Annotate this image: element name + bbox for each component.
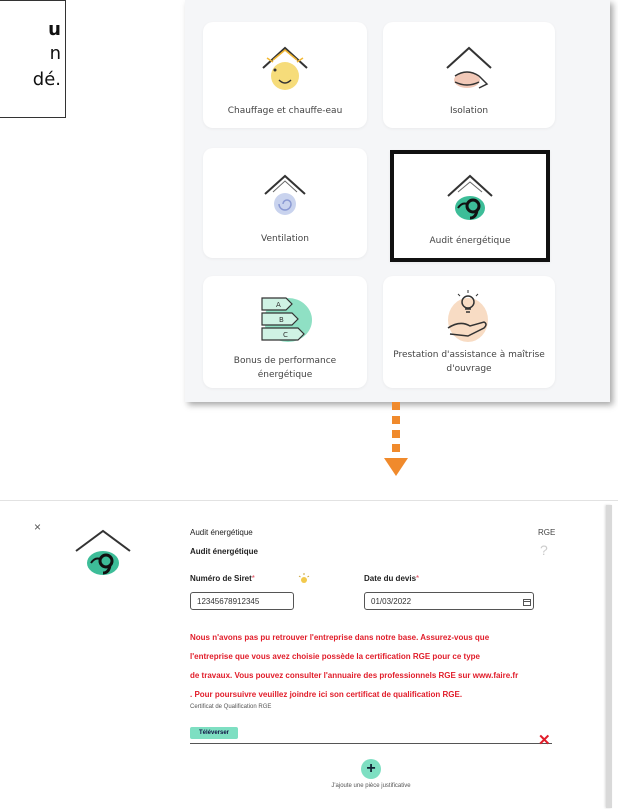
form-title: Audit énergétique	[190, 528, 253, 537]
cropped-text-line-3: dé.	[32, 69, 61, 90]
certificate-label: Certificat de Qualification RGE	[190, 704, 272, 710]
category-card-energy-bonus[interactable]: A B C Bonus de performance énergétique	[203, 276, 367, 388]
category-grid: Chauffage et chauffe-eau Isolation Venti…	[185, 0, 610, 402]
category-card-heating[interactable]: Chauffage et chauffe-eau	[203, 22, 367, 128]
energy-audit-icon	[75, 529, 131, 575]
category-card-insulation[interactable]: Isolation	[383, 22, 555, 128]
warning-line: . Pour poursuivre veuillez joindre ici s…	[190, 690, 463, 699]
add-document-button[interactable]: +	[361, 759, 381, 779]
close-button[interactable]: ×	[34, 520, 41, 534]
form-scroll-edge	[606, 505, 612, 808]
assistance-icon	[447, 290, 488, 342]
ventilation-icon	[264, 174, 306, 215]
insulation-icon	[446, 46, 492, 89]
flow-arrow-icon	[384, 402, 408, 476]
help-icon[interactable]: ?	[540, 542, 548, 558]
category-label: Ventilation	[261, 234, 309, 244]
siret-input[interactable]: 12345678912345	[190, 592, 294, 610]
required-mark: *	[416, 574, 420, 583]
category-card-energy-audit[interactable]: Audit énergétique	[390, 150, 550, 262]
category-label: Audit énergétique	[429, 236, 511, 246]
category-label: Chauffage et chauffe-eau	[227, 106, 343, 116]
energy-audit-icon	[447, 174, 493, 220]
category-card-ventilation[interactable]: Ventilation	[203, 148, 367, 258]
siret-label-text: Numéro de Siret	[190, 574, 252, 583]
cropped-text-box: u n dé.	[0, 0, 66, 118]
required-mark: *	[251, 574, 255, 583]
warning-line: l'entreprise que vous avez choisie possè…	[190, 652, 480, 661]
category-card-assistance[interactable]: Prestation d'assistance à maîtrise d'ouv…	[383, 276, 555, 388]
date-label: Date du devis*	[364, 574, 419, 583]
warning-line: de travaux. Vous pouvez consulter l'annu…	[190, 671, 519, 680]
form-subtitle: Audit énergétique	[190, 547, 259, 556]
svg-text:A: A	[276, 301, 281, 309]
heating-icon	[262, 46, 308, 90]
cropped-text-line-2: n	[49, 43, 61, 64]
rge-label: RGE	[538, 528, 556, 537]
calendar-icon[interactable]	[523, 598, 531, 606]
category-label: Prestation d'assistance à maîtrise d'ouv…	[393, 350, 545, 374]
svg-text:B: B	[279, 316, 284, 324]
delete-file-button[interactable]: ✕	[538, 731, 551, 749]
siret-label: Numéro de Siret*	[190, 574, 255, 583]
energy-rating-icon: A B C	[261, 297, 312, 342]
sun-icon	[298, 573, 310, 583]
date-label-text: Date du devis	[364, 574, 417, 583]
warning-line: Nous n'avons pas pu retrouver l'entrepri…	[190, 633, 490, 642]
category-label: Isolation	[449, 106, 489, 116]
date-input[interactable]: 01/03/2022	[364, 592, 534, 610]
svg-text:C: C	[283, 331, 288, 339]
cropped-text-line-1: u	[48, 19, 61, 40]
upload-button[interactable]: Téléverser	[190, 727, 238, 739]
upload-divider	[190, 743, 552, 744]
rge-warning-message: Nous n'avons pas pu retrouver l'entrepri…	[190, 628, 550, 704]
add-document-label: J'ajoute une pièce justificative	[331, 783, 411, 789]
category-label: Bonus de performance énergétique	[233, 356, 337, 380]
